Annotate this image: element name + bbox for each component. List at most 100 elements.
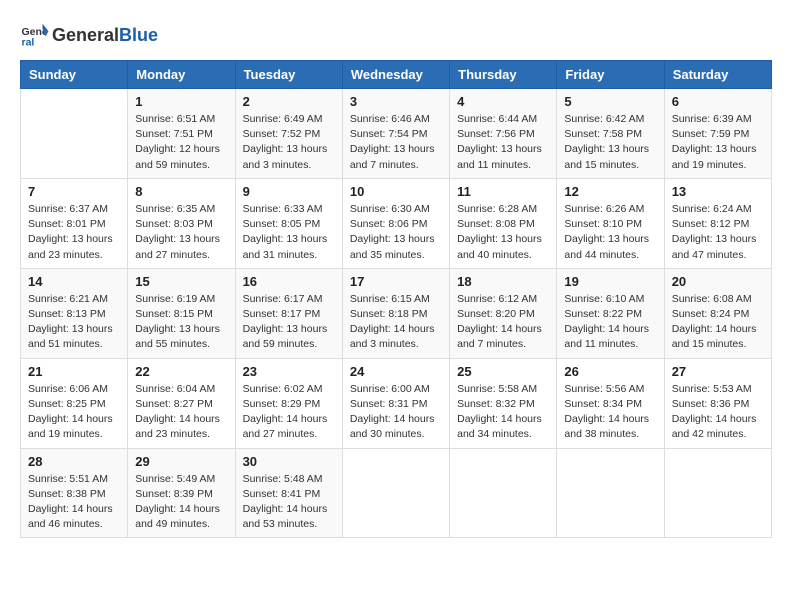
column-header-saturday: Saturday [664,61,771,89]
day-info: Sunrise: 6:42 AM Sunset: 7:58 PM Dayligh… [564,112,656,173]
calendar-day-cell: 3Sunrise: 6:46 AM Sunset: 7:54 PM Daylig… [342,89,449,179]
day-number: 24 [350,364,442,379]
day-number: 30 [243,454,335,469]
day-info: Sunrise: 6:24 AM Sunset: 8:12 PM Dayligh… [672,202,764,263]
day-number: 25 [457,364,549,379]
day-number: 9 [243,184,335,199]
empty-cell [450,448,557,538]
day-number: 17 [350,274,442,289]
day-number: 3 [350,94,442,109]
calendar-week-row: 28 Sunrise: 5:51 AM Sunset: 8:38 PM Dayli… [21,448,772,538]
day-info: Sunrise: 6:12 AM Sunset: 8:20 PM Dayligh… [457,292,549,353]
day-number: 22 [135,364,227,379]
calendar-day-cell: 17 Sunrise: 6:15 AM Sunset: 8:18 PM Dayli… [342,268,449,358]
calendar-day-cell: 5 Sunrise: 6:42 AM Sunset: 7:58 PM Daylig… [557,89,664,179]
calendar-day-cell: 14 Sunrise: 6:21 AM Sunset: 8:13 PM Dayli… [21,268,128,358]
logo-general-text: General [52,25,119,45]
day-info: Sunrise: 5:51 AM Sunset: 8:38 PM Dayligh… [28,472,120,533]
calendar-day-cell: 16 Sunrise: 6:17 AM Sunset: 8:17 PM Dayli… [235,268,342,358]
day-info: Sunrise: 6:26 AM Sunset: 8:10 PM Dayligh… [564,202,656,263]
calendar-day-cell: 29 Sunrise: 5:49 AM Sunset: 8:39 PM Dayli… [128,448,235,538]
calendar-day-cell: 26 Sunrise: 5:56 AM Sunset: 8:34 PM Dayli… [557,358,664,448]
day-number: 12 [564,184,656,199]
calendar-day-cell: 6Sunrise: 6:39 AM Sunset: 7:59 PM Daylig… [664,89,771,179]
calendar-day-cell: 10 Sunrise: 6:30 AM Sunset: 8:06 PM Dayli… [342,178,449,268]
day-number: 15 [135,274,227,289]
day-number: 27 [672,364,764,379]
calendar-day-cell: 2 Sunrise: 6:49 AM Sunset: 7:52 PM Daylig… [235,89,342,179]
day-number: 2 [243,94,335,109]
empty-cell [21,89,128,179]
day-info: Sunrise: 6:04 AM Sunset: 8:27 PM Dayligh… [135,382,227,443]
day-number: 28 [28,454,120,469]
calendar-day-cell: 4 Sunrise: 6:44 AM Sunset: 7:56 PM Daylig… [450,89,557,179]
day-number: 20 [672,274,764,289]
column-header-wednesday: Wednesday [342,61,449,89]
day-info: Sunrise: 6:37 AM Sunset: 8:01 PM Dayligh… [28,202,120,263]
calendar-day-cell: 9 Sunrise: 6:33 AM Sunset: 8:05 PM Daylig… [235,178,342,268]
calendar-week-row: 7Sunrise: 6:37 AM Sunset: 8:01 PM Daylig… [21,178,772,268]
calendar-day-cell: 28 Sunrise: 5:51 AM Sunset: 8:38 PM Dayli… [21,448,128,538]
empty-cell [557,448,664,538]
calendar-table: SundayMondayTuesdayWednesdayThursdayFrid… [20,60,772,538]
calendar-header-row: SundayMondayTuesdayWednesdayThursdayFrid… [21,61,772,89]
logo-icon: Gene ral [20,20,50,50]
calendar-week-row: 21 Sunrise: 6:06 AM Sunset: 8:25 PM Dayli… [21,358,772,448]
calendar-day-cell: 7Sunrise: 6:37 AM Sunset: 8:01 PM Daylig… [21,178,128,268]
calendar-week-row: 1 Sunrise: 6:51 AM Sunset: 7:51 PM Daylig… [21,89,772,179]
day-number: 29 [135,454,227,469]
day-info: Sunrise: 6:15 AM Sunset: 8:18 PM Dayligh… [350,292,442,353]
day-info: Sunrise: 6:30 AM Sunset: 8:06 PM Dayligh… [350,202,442,263]
day-number: 13 [672,184,764,199]
day-info: Sunrise: 5:56 AM Sunset: 8:34 PM Dayligh… [564,382,656,443]
calendar-day-cell: 22 Sunrise: 6:04 AM Sunset: 8:27 PM Dayli… [128,358,235,448]
calendar-day-cell: 24 Sunrise: 6:00 AM Sunset: 8:31 PM Dayli… [342,358,449,448]
day-info: Sunrise: 6:17 AM Sunset: 8:17 PM Dayligh… [243,292,335,353]
day-info: Sunrise: 6:06 AM Sunset: 8:25 PM Dayligh… [28,382,120,443]
logo: Gene ral GeneralBlue [20,20,158,50]
day-number: 1 [135,94,227,109]
day-number: 23 [243,364,335,379]
day-number: 4 [457,94,549,109]
day-number: 14 [28,274,120,289]
day-number: 19 [564,274,656,289]
column-header-sunday: Sunday [21,61,128,89]
calendar-day-cell: 1 Sunrise: 6:51 AM Sunset: 7:51 PM Daylig… [128,89,235,179]
calendar-week-row: 14 Sunrise: 6:21 AM Sunset: 8:13 PM Dayli… [21,268,772,358]
day-number: 10 [350,184,442,199]
day-info: Sunrise: 5:58 AM Sunset: 8:32 PM Dayligh… [457,382,549,443]
day-info: Sunrise: 6:00 AM Sunset: 8:31 PM Dayligh… [350,382,442,443]
day-info: Sunrise: 6:21 AM Sunset: 8:13 PM Dayligh… [28,292,120,353]
calendar-day-cell: 21 Sunrise: 6:06 AM Sunset: 8:25 PM Dayli… [21,358,128,448]
day-info: Sunrise: 5:53 AM Sunset: 8:36 PM Dayligh… [672,382,764,443]
day-info: Sunrise: 6:44 AM Sunset: 7:56 PM Dayligh… [457,112,549,173]
page-header: Gene ral GeneralBlue [20,20,772,50]
day-info: Sunrise: 5:49 AM Sunset: 8:39 PM Dayligh… [135,472,227,533]
calendar-day-cell: 27 Sunrise: 5:53 AM Sunset: 8:36 PM Dayli… [664,358,771,448]
day-info: Sunrise: 6:28 AM Sunset: 8:08 PM Dayligh… [457,202,549,263]
calendar-day-cell: 25 Sunrise: 5:58 AM Sunset: 8:32 PM Dayli… [450,358,557,448]
day-info: Sunrise: 6:51 AM Sunset: 7:51 PM Dayligh… [135,112,227,173]
day-info: Sunrise: 6:02 AM Sunset: 8:29 PM Dayligh… [243,382,335,443]
day-info: Sunrise: 6:39 AM Sunset: 7:59 PM Dayligh… [672,112,764,173]
calendar-day-cell: 12 Sunrise: 6:26 AM Sunset: 8:10 PM Dayli… [557,178,664,268]
day-info: Sunrise: 6:49 AM Sunset: 7:52 PM Dayligh… [243,112,335,173]
calendar-day-cell: 18Sunrise: 6:12 AM Sunset: 8:20 PM Dayli… [450,268,557,358]
calendar-day-cell: 23 Sunrise: 6:02 AM Sunset: 8:29 PM Dayli… [235,358,342,448]
day-number: 11 [457,184,549,199]
column-header-thursday: Thursday [450,61,557,89]
column-header-monday: Monday [128,61,235,89]
day-info: Sunrise: 5:48 AM Sunset: 8:41 PM Dayligh… [243,472,335,533]
empty-cell [664,448,771,538]
day-number: 5 [564,94,656,109]
day-number: 21 [28,364,120,379]
day-number: 16 [243,274,335,289]
day-info: Sunrise: 6:19 AM Sunset: 8:15 PM Dayligh… [135,292,227,353]
svg-text:ral: ral [22,37,35,49]
calendar-day-cell: 11 Sunrise: 6:28 AM Sunset: 8:08 PM Dayli… [450,178,557,268]
day-number: 8 [135,184,227,199]
column-header-tuesday: Tuesday [235,61,342,89]
day-number: 26 [564,364,656,379]
day-info: Sunrise: 6:33 AM Sunset: 8:05 PM Dayligh… [243,202,335,263]
logo-blue-text: Blue [119,25,158,45]
